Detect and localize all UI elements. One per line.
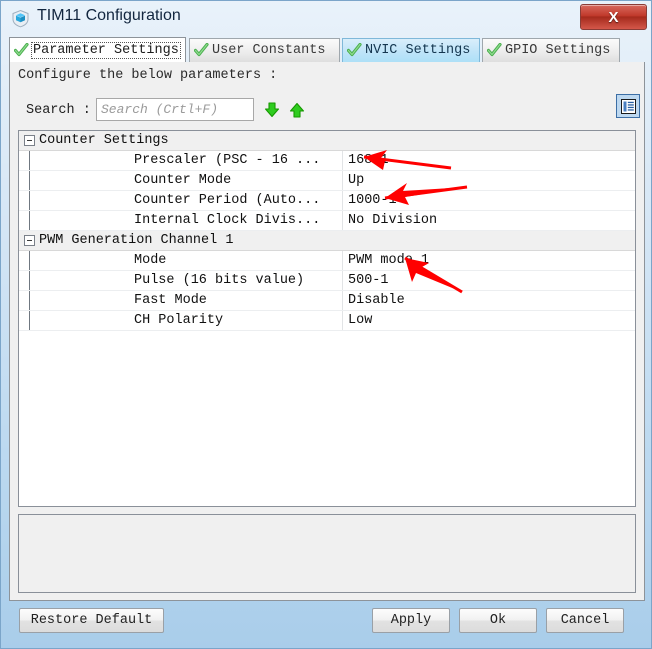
table-row[interactable]: Prescaler (PSC - 16 ... 168-1 xyxy=(19,151,635,171)
details-panel xyxy=(18,514,636,593)
table-row[interactable]: Internal Clock Divis... No Division xyxy=(19,211,635,231)
tab-strip: Parameter Settings User Constants NVIC S… xyxy=(9,37,645,62)
table-row[interactable]: Pulse (16 bits value) 500-1 xyxy=(19,271,635,291)
restore-default-button[interactable]: Restore Default xyxy=(19,608,164,633)
table-row[interactable]: Fast Mode Disable xyxy=(19,291,635,311)
fast-mode-label: Fast Mode xyxy=(19,291,343,310)
close-icon: X xyxy=(608,8,619,26)
close-button[interactable]: X xyxy=(580,4,647,30)
tab-label: Parameter Settings xyxy=(31,41,181,59)
pulse-value[interactable]: 500-1 xyxy=(344,271,389,290)
green-check-icon xyxy=(486,42,502,58)
dialog-footer: Restore Default Apply Ok Cancel xyxy=(9,601,645,643)
table-row[interactable]: Counter Period (Auto... 1000-1 xyxy=(19,191,635,211)
instruction-text: Configure the below parameters : xyxy=(18,68,278,83)
arrow-up-icon[interactable] xyxy=(288,101,306,119)
tab-label: NVIC Settings xyxy=(365,43,471,58)
table-row[interactable]: Counter Mode Up xyxy=(19,171,635,191)
list-view-icon[interactable] xyxy=(616,94,640,118)
parameter-settings-panel: Configure the below parameters : Search … xyxy=(9,62,645,601)
shield-icon xyxy=(11,9,30,28)
tree-group-counter-settings[interactable]: Counter Settings xyxy=(19,131,635,151)
prescaler-value[interactable]: 168-1 xyxy=(344,151,389,170)
counter-period-label: Counter Period (Auto... xyxy=(19,191,343,210)
green-check-icon xyxy=(13,42,29,58)
green-check-icon xyxy=(346,42,362,58)
ch-polarity-value[interactable]: Low xyxy=(344,311,372,330)
prescaler-label: Prescaler (PSC - 16 ... xyxy=(19,151,343,170)
parameter-tree[interactable]: Counter Settings Prescaler (PSC - 16 ...… xyxy=(18,130,636,507)
tab-nvic-settings[interactable]: NVIC Settings xyxy=(342,38,480,62)
apply-button[interactable]: Apply xyxy=(372,608,450,633)
tab-user-constants[interactable]: User Constants xyxy=(189,38,340,62)
search-input[interactable] xyxy=(96,98,254,121)
counter-period-value[interactable]: 1000-1 xyxy=(344,191,397,210)
table-row[interactable]: CH Polarity Low xyxy=(19,311,635,331)
pwm-mode-value[interactable]: PWM mode 1 xyxy=(344,251,429,270)
arrow-down-icon[interactable] xyxy=(263,101,281,119)
pulse-label: Pulse (16 bits value) xyxy=(19,271,343,290)
cancel-button[interactable]: Cancel xyxy=(546,608,624,633)
pwm-mode-label: Mode xyxy=(19,251,343,270)
green-check-icon xyxy=(193,42,209,58)
tim11-configuration-window: TIM11 Configuration X Parameter Settings xyxy=(0,0,652,649)
tab-gpio-settings[interactable]: GPIO Settings xyxy=(482,38,620,62)
ok-button[interactable]: Ok xyxy=(459,608,537,633)
search-row: Search : xyxy=(18,98,638,126)
search-label: Search : xyxy=(26,103,91,118)
tab-parameter-settings[interactable]: Parameter Settings xyxy=(9,37,186,62)
group-label: PWM Generation Channel 1 xyxy=(39,233,234,248)
internal-clock-division-value[interactable]: No Division xyxy=(344,211,437,230)
ch-polarity-label: CH Polarity xyxy=(19,311,343,330)
group-label: Counter Settings xyxy=(39,133,169,148)
title-bar: TIM11 Configuration X xyxy=(1,1,651,35)
table-row[interactable]: Mode PWM mode 1 xyxy=(19,251,635,271)
internal-clock-division-label: Internal Clock Divis... xyxy=(19,211,343,230)
window-title: TIM11 Configuration xyxy=(37,7,181,24)
collapse-icon[interactable] xyxy=(24,135,35,146)
counter-mode-value[interactable]: Up xyxy=(344,171,364,190)
collapse-icon[interactable] xyxy=(24,235,35,246)
tab-label: GPIO Settings xyxy=(505,43,611,58)
counter-mode-label: Counter Mode xyxy=(19,171,343,190)
fast-mode-value[interactable]: Disable xyxy=(344,291,405,310)
tab-label: User Constants xyxy=(212,43,326,58)
tree-group-pwm-generation-channel-1[interactable]: PWM Generation Channel 1 xyxy=(19,231,635,251)
